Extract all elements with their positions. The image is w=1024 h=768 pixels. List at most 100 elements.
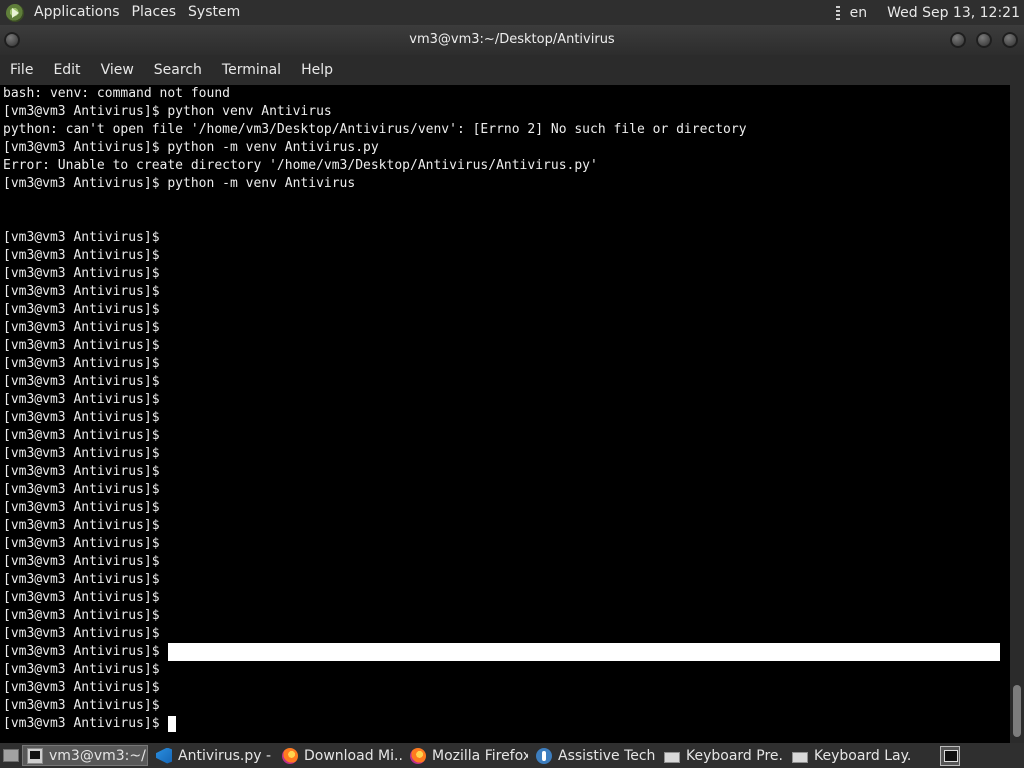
menu-places[interactable]: Places [126,0,183,25]
terminal-line-text: [vm3@vm3 Antivirus]$ [3,662,160,677]
panel-tray: en Wed Sep 13, 12:21 [835,0,1024,25]
terminal-cursor [167,716,176,732]
maximize-button[interactable] [976,32,992,48]
text-selection-highlight [167,643,1000,661]
window-titlebar[interactable]: vm3@vm3:~/Desktop/Antivirus [0,25,1024,55]
terminal-line-text: [vm3@vm3 Antivirus]$ [3,248,160,263]
taskbar-button-label: Keyboard Pre... [686,747,784,764]
terminal-line: [vm3@vm3 Antivirus]$ [3,715,1007,733]
menu-applications[interactable]: Applications [28,0,126,25]
terminal-line: [vm3@vm3 Antivirus]$ python venv Antivir… [3,103,1007,121]
terminal-line-text: [vm3@vm3 Antivirus]$ [3,320,160,335]
terminal-line: [vm3@vm3 Antivirus]$ [3,427,1007,445]
desktop-icon [3,749,19,762]
minimize-button[interactable] [950,32,966,48]
terminal-line-text: [vm3@vm3 Antivirus]$ [3,374,160,389]
top-panel: Applications Places System en Wed Sep 13… [0,0,1024,25]
terminal-line-text: [vm3@vm3 Antivirus]$ [3,518,160,533]
terminal-line: [vm3@vm3 Antivirus]$ [3,517,1007,535]
top-menu: Applications Places System [28,0,246,25]
taskbar-button-label: Mozilla Firefox [432,747,528,764]
terminal-lines: bash: venv: command not found [vm3@vm3 An… [3,85,1007,733]
terminal-line-text: [vm3@vm3 Antivirus]$ [3,428,160,443]
terminal-line: [vm3@vm3 Antivirus]$ [3,409,1007,427]
terminal-icon [27,747,43,764]
clock[interactable]: Wed Sep 13, 12:21 [887,5,1020,21]
terminal-line: [vm3@vm3 Antivirus]$ [3,337,1007,355]
terminal-line-text: [vm3@vm3 Antivirus]$ [3,266,160,281]
menu-terminal[interactable]: Terminal [212,55,291,85]
terminal-line-text: python: can't open file '/home/vm3/Deskt… [3,122,747,137]
taskbar-button[interactable]: Keyboard Pre... [660,745,784,766]
firefox-icon [410,747,426,764]
terminal-menubar: File Edit View Search Terminal Help [0,55,1024,85]
terminal-line: bash: venv: command not found [3,85,1007,103]
terminal-line-text: bash: venv: command not found [3,86,230,101]
terminal-line-text: [vm3@vm3 Antivirus]$ [3,410,160,425]
menu-edit[interactable]: Edit [43,55,90,85]
menu-help[interactable]: Help [291,55,343,85]
terminal-scrollbar[interactable] [1010,85,1024,743]
vscode-icon [156,747,172,764]
workspace-switcher-icon[interactable] [940,745,960,766]
terminal-line-text: Error: Unable to create directory '/home… [3,158,598,173]
taskbar-button-label: Antivirus.py - ... [178,747,274,764]
scrollbar-thumb[interactable] [1013,685,1021,737]
terminal-line: [vm3@vm3 Antivirus]$ [3,535,1007,553]
terminal-line: [vm3@vm3 Antivirus]$ [3,571,1007,589]
terminal-line-text: [vm3@vm3 Antivirus]$ [3,590,160,605]
taskbar-button[interactable]: Keyboard Lay... [788,745,910,766]
terminal-line: [vm3@vm3 Antivirus]$ [3,589,1007,607]
panel-handle-icon [835,5,840,20]
terminal-line: [vm3@vm3 Antivirus]$ [3,679,1007,697]
terminal-line: [vm3@vm3 Antivirus]$ [3,553,1007,571]
terminal-line: [vm3@vm3 Antivirus]$ [3,445,1007,463]
terminal-line: [vm3@vm3 Antivirus]$ [3,283,1007,301]
taskbar-button[interactable]: Mozilla Firefox [406,745,528,766]
taskbar-button-label: Keyboard Lay... [814,747,910,764]
taskbar-button[interactable]: Antivirus.py - ... [152,745,274,766]
terminal-line: [vm3@vm3 Antivirus]$ [3,391,1007,409]
taskbar-button[interactable]: Assistive Tech... [532,745,656,766]
terminal-line-text: [vm3@vm3 Antivirus]$ [3,464,160,479]
terminal-output[interactable]: bash: venv: command not found [vm3@vm3 An… [0,85,1010,743]
menu-view[interactable]: View [91,55,144,85]
terminal-line: Error: Unable to create directory '/home… [3,157,1007,175]
taskbar-button[interactable]: Download Mi... [278,745,402,766]
window-title: vm3@vm3:~/Desktop/Antivirus [409,32,615,47]
terminal-line-text: [vm3@vm3 Antivirus]$ [3,608,160,623]
terminal-line: python: can't open file '/home/vm3/Deskt… [3,121,1007,139]
terminal-line-text: [vm3@vm3 Antivirus]$ [3,644,160,659]
terminal-line-text: [vm3@vm3 Antivirus]$ [3,698,160,713]
terminal-line: [vm3@vm3 Antivirus]$ [3,607,1007,625]
terminal-line-text: [vm3@vm3 Antivirus]$ [3,446,160,461]
keyboard-language-indicator[interactable]: en [850,5,868,21]
taskbar-button-label: vm3@vm3:~/... [49,747,147,764]
terminal-line: [vm3@vm3 Antivirus]$ [3,373,1007,391]
terminal-line-text: [vm3@vm3 Antivirus]$ [3,554,160,569]
taskbar-button[interactable]: vm3@vm3:~/... [22,745,148,766]
taskbar: vm3@vm3:~/... Antivirus.py - ... Download … [0,743,1024,768]
terminal-line-text: [vm3@vm3 Antivirus]$ python venv Antivir… [3,104,332,119]
terminal-line-text: [vm3@vm3 Antivirus]$ [3,536,160,551]
show-desktop-button[interactable] [0,743,22,768]
menu-search[interactable]: Search [144,55,212,85]
terminal-line: [vm3@vm3 Antivirus]$ [3,265,1007,283]
terminal-line-text: [vm3@vm3 Antivirus]$ [3,356,160,371]
menu-system[interactable]: System [182,0,246,25]
terminal-line-text: [vm3@vm3 Antivirus]$ python -m venv Anti… [3,176,356,191]
terminal-line: [vm3@vm3 Antivirus]$ [3,463,1007,481]
terminal-line-text: [vm3@vm3 Antivirus]$ [3,284,160,299]
terminal-line: [vm3@vm3 Antivirus]$ [3,499,1007,517]
terminal-line-text: [vm3@vm3 Antivirus]$ [3,338,160,353]
task-list: vm3@vm3:~/... Antivirus.py - ... Download … [22,745,914,766]
terminal-line: [vm3@vm3 Antivirus]$ [3,661,1007,679]
close-button[interactable] [1002,32,1018,48]
keyboard-icon [792,751,808,763]
menu-file[interactable]: File [0,55,43,85]
applications-logo-icon[interactable] [6,3,24,22]
terminal-line: [vm3@vm3 Antivirus]$ [3,301,1007,319]
terminal-line-text: [vm3@vm3 Antivirus]$ [3,716,160,731]
